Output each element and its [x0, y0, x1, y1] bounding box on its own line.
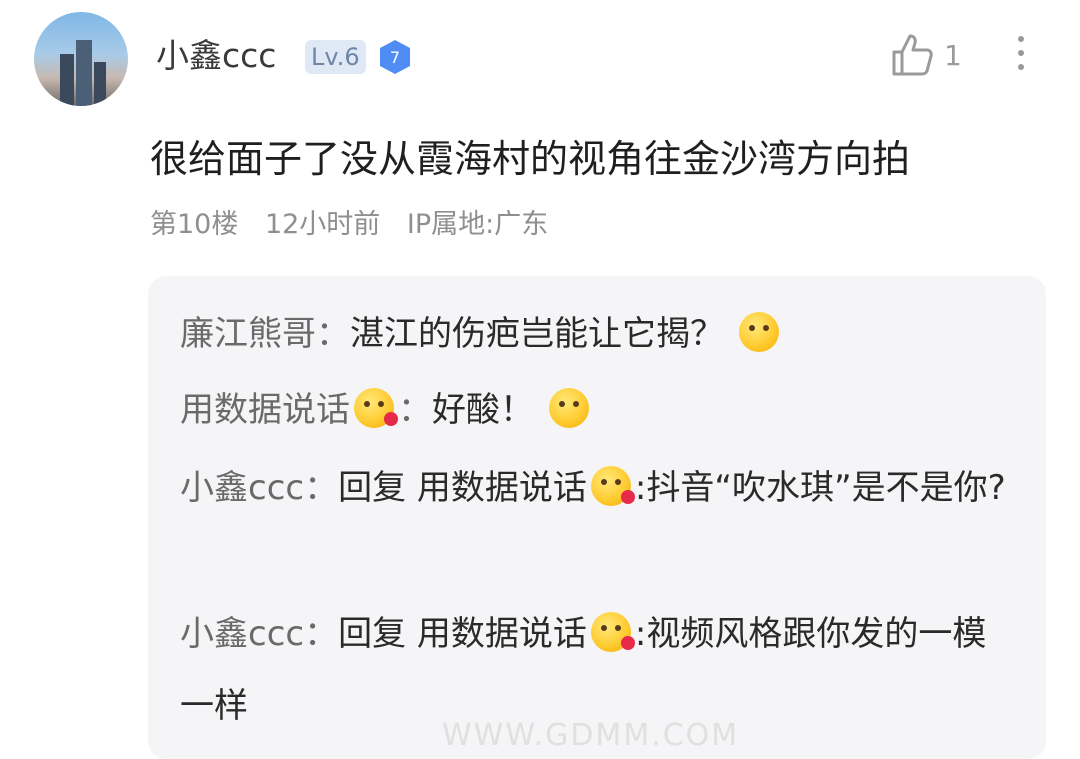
- face-with-hand-over-mouth-icon: [548, 388, 589, 428]
- level-badge: Lv.6: [305, 40, 366, 74]
- avatar[interactable]: [34, 12, 128, 106]
- reply-separator: ：: [316, 314, 350, 354]
- like-count: 1: [944, 39, 962, 72]
- kissing-face-icon: [590, 612, 635, 652]
- heart-mark: [620, 636, 635, 650]
- floor-number: 第10楼: [150, 209, 239, 240]
- reply-text: 好酸！: [432, 390, 534, 430]
- reply-text: :抖音“吹水琪”是不是你?: [634, 468, 1006, 508]
- reply-separator: ：: [398, 390, 432, 430]
- reply-separator: ：: [304, 468, 339, 508]
- comment-time: 12小时前: [264, 209, 381, 240]
- reply-author[interactable]: 廉江熊哥: [180, 314, 316, 354]
- avatar-building: [76, 40, 92, 106]
- reply-author[interactable]: 用数据说话: [180, 390, 350, 430]
- reply-text: 湛江的伤疤岂能让它揭？: [350, 314, 724, 354]
- reply-author[interactable]: 小鑫ccc: [180, 468, 304, 508]
- thumbs-up-icon[interactable]: [890, 32, 934, 78]
- avatar-building: [94, 62, 106, 106]
- reply-item[interactable]: 用数据说话 ：好酸！: [180, 374, 1020, 446]
- ip-location: IP属地:广东: [406, 209, 549, 240]
- more-options-icon[interactable]: [1014, 36, 1028, 76]
- comment-text: 很给面子了没从霞海村的视角往金沙湾方向拍: [150, 137, 911, 181]
- grinning-face-icon: [738, 312, 779, 352]
- reply-item[interactable]: 廉江熊哥：湛江的伤疤岂能让它揭？: [180, 298, 1020, 370]
- reply-separator: ：: [304, 614, 339, 654]
- dot: [1018, 50, 1024, 56]
- reply-mention[interactable]: 用数据说话: [417, 468, 587, 508]
- gem-badge-number: 7: [390, 48, 400, 67]
- heart-mark: [620, 490, 635, 504]
- kissing-face-icon: [590, 466, 635, 506]
- comment-meta: 第10楼 12小时前 IP属地:广东: [150, 206, 566, 244]
- kissing-face-icon: [354, 388, 398, 428]
- dot: [1018, 64, 1024, 70]
- reply-item[interactable]: 小鑫ccc：回复 用数据说话 :抖音“吹水琪”是不是你?: [180, 452, 1020, 524]
- watermark: WWW.GDMM.COM: [442, 718, 740, 753]
- reply-prefix: 回复: [338, 468, 417, 508]
- comment-username[interactable]: 小鑫ccc: [156, 34, 276, 78]
- avatar-building: [60, 54, 74, 106]
- reply-prefix: 回复: [338, 614, 417, 654]
- replies-panel[interactable]: 廉江熊哥：湛江的伤疤岂能让它揭？ 用数据说话 ：好酸！ 小鑫ccc：回复 用数据说…: [148, 276, 1046, 759]
- heart-mark: [384, 412, 398, 426]
- dot: [1018, 36, 1024, 42]
- gem-badge-icon: 7: [380, 40, 410, 74]
- reply-author[interactable]: 小鑫ccc: [180, 614, 304, 654]
- reply-mention[interactable]: 用数据说话: [417, 614, 587, 654]
